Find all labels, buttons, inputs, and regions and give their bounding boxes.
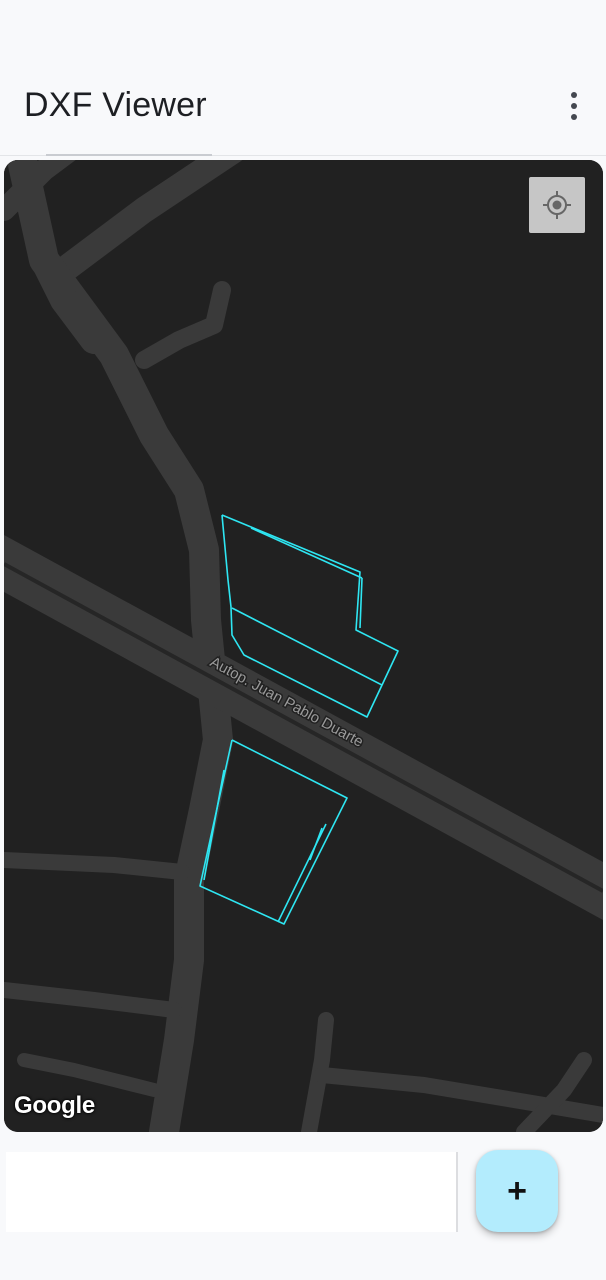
map-view[interactable]: Autop. Juan Pablo Duarte Google <box>4 160 603 1132</box>
map-canvas[interactable]: Autop. Juan Pablo Duarte <box>4 160 603 1132</box>
app-screen: DXF Viewer Autop. Juan Pablo Duarte Goog… <box>0 0 606 1280</box>
tab-indicator <box>46 154 212 156</box>
app-title: DXF Viewer <box>24 86 207 124</box>
more-vert-icon[interactable] <box>556 84 592 128</box>
top-app-bar: DXF Viewer <box>0 56 606 156</box>
google-attribution: Google <box>14 1092 95 1119</box>
add-icon: + <box>507 1172 527 1210</box>
my-location-icon <box>543 191 571 219</box>
bottom-panel <box>6 1152 458 1232</box>
status-bar <box>0 0 606 56</box>
add-button[interactable]: + <box>476 1150 558 1232</box>
my-location-button[interactable] <box>529 177 585 233</box>
